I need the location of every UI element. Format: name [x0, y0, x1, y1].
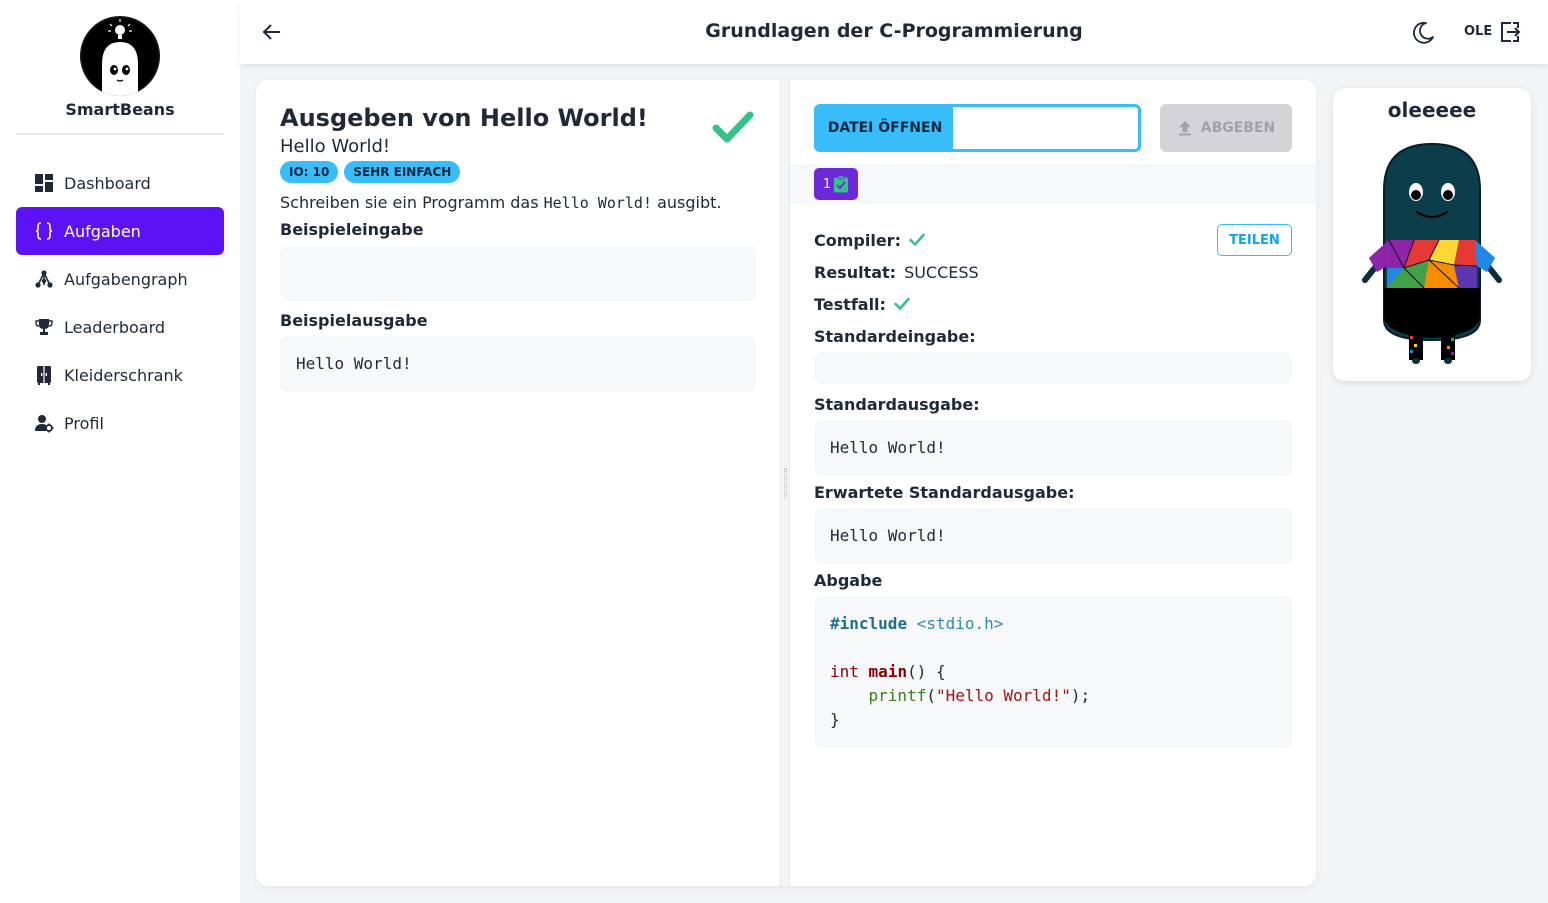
example-input-box — [280, 245, 756, 301]
sidebar-item-label: Leaderboard — [64, 317, 166, 337]
drag-handle-icon — [784, 468, 787, 498]
task-description-pane: Ausgeben von Hello World! Hello World! I… — [256, 80, 780, 886]
task-subtitle: Hello World! — [280, 136, 391, 157]
code-label: Abgabe — [814, 570, 883, 590]
stdout-label: Standardausgabe: — [814, 394, 980, 414]
testcase-check-icon — [894, 297, 910, 310]
dashboard-icon — [34, 173, 54, 193]
sidebar-item-kleiderschrank[interactable]: Kleiderschrank — [16, 351, 224, 399]
attempt-tab-1[interactable]: 1 — [814, 168, 858, 200]
sidebar-item-dashboard[interactable]: Dashboard — [16, 159, 224, 207]
sidebar-item-label: Kleiderschrank — [64, 365, 183, 385]
testcase-label: Testfall: — [814, 294, 886, 314]
file-picker[interactable]: DATEI ÖFFNEN — [814, 104, 1141, 152]
task-badges: IO: 10 SEHR EINFACH — [280, 161, 756, 183]
task-title: Ausgeben von Hello World! — [280, 104, 648, 132]
stdout-box: Hello World! — [814, 420, 1292, 476]
sidebar-nav: Dashboard Aufgaben Aufgabengraph Leaderb… — [0, 159, 240, 447]
open-file-button[interactable]: DATEI ÖFFNEN — [817, 107, 953, 149]
top-bar: Grundlagen der C-Programmierung OLE — [240, 0, 1548, 64]
example-output-box: Hello World! — [280, 336, 756, 392]
user-settings-icon — [34, 413, 54, 433]
wardrobe-icon — [34, 365, 54, 385]
stdin-box — [814, 352, 1292, 384]
avatar-figure[interactable] — [1359, 140, 1505, 365]
sidebar-item-aufgaben[interactable]: Aufgaben — [16, 207, 224, 255]
sidebar-item-aufgabengraph[interactable]: Aufgabengraph — [16, 255, 224, 303]
attempt-number: 1 — [822, 176, 832, 192]
sidebar-item-label: Aufgaben — [64, 221, 141, 241]
result-label: Resultat: — [814, 262, 897, 282]
submission-pane: DATEI ÖFFNEN ABGEBEN 1 TEILEN Compiler: … — [790, 80, 1316, 886]
sidebar-item-profil[interactable]: Profil — [16, 399, 224, 447]
file-name-field[interactable] — [955, 107, 1138, 149]
example-output-label: Beispielausgabe — [280, 311, 428, 330]
description-text: ausgibt. — [652, 193, 722, 212]
username-label[interactable]: OLE — [1464, 24, 1492, 39]
share-button[interactable]: TEILEN — [1217, 224, 1292, 256]
task-card: Ausgeben von Hello World! Hello World! I… — [256, 80, 1316, 886]
expected-output-label: Erwartete Standardausgabe: — [814, 482, 1075, 502]
io-badge: IO: 10 — [280, 161, 339, 183]
sidebar-divider — [16, 133, 224, 135]
compiler-label: Compiler: — [814, 230, 901, 250]
result-value: SUCCESS — [904, 262, 979, 282]
sidebar-item-leaderboard[interactable]: Leaderboard — [16, 303, 224, 351]
sidebar-item-label: Aufgabengraph — [64, 269, 188, 289]
dark-mode-toggle-icon[interactable] — [1410, 20, 1436, 46]
example-input-label: Beispieleingabe — [280, 220, 424, 239]
clipboard-check-icon — [834, 175, 849, 193]
submit-label: ABGEBEN — [1200, 120, 1276, 136]
sidebar: SmartBeans Dashboard Aufgaben Aufgabengr… — [0, 0, 240, 903]
logout-icon[interactable] — [1498, 20, 1522, 44]
trophy-icon — [34, 317, 54, 337]
braces-icon — [34, 221, 54, 241]
avatar-card: oleeeee — [1333, 88, 1531, 381]
testcase-row: Testfall: — [814, 288, 1292, 320]
description-code: Hello World! — [543, 194, 652, 212]
stdin-label: Standardeingabe: — [814, 326, 976, 346]
submission-results: TEILEN Compiler: Resultat: SUCCESS Testf… — [814, 224, 1292, 748]
result-row: Resultat: SUCCESS — [814, 256, 1292, 288]
back-arrow-icon[interactable] — [260, 20, 284, 44]
upload-icon — [1178, 121, 1191, 136]
solved-check-icon — [712, 110, 754, 146]
submitted-code: #include <stdio.h> int main() { printf("… — [814, 596, 1292, 748]
expected-output-box: Hello World! — [814, 508, 1292, 564]
avatar-name: oleeeee — [1387, 98, 1477, 122]
graph-icon — [34, 269, 54, 289]
description-text: Schreiben sie ein Programm das — [280, 193, 544, 212]
smartbeans-logo — [80, 16, 160, 96]
attempt-tabs: 1 — [790, 164, 1316, 204]
brand[interactable]: SmartBeans — [0, 0, 240, 119]
sidebar-item-label: Dashboard — [64, 173, 151, 193]
compiler-check-icon — [909, 233, 925, 246]
submit-button[interactable]: ABGEBEN — [1160, 104, 1292, 152]
difficulty-badge: SEHR EINFACH — [344, 161, 461, 183]
sidebar-item-label: Profil — [64, 413, 104, 433]
pane-splitter[interactable] — [780, 80, 790, 886]
brand-name: SmartBeans — [65, 100, 175, 119]
page-title: Grundlagen der C-Programmierung — [705, 20, 1083, 42]
task-description: Schreiben sie ein Programm das Hello Wor… — [280, 193, 756, 212]
